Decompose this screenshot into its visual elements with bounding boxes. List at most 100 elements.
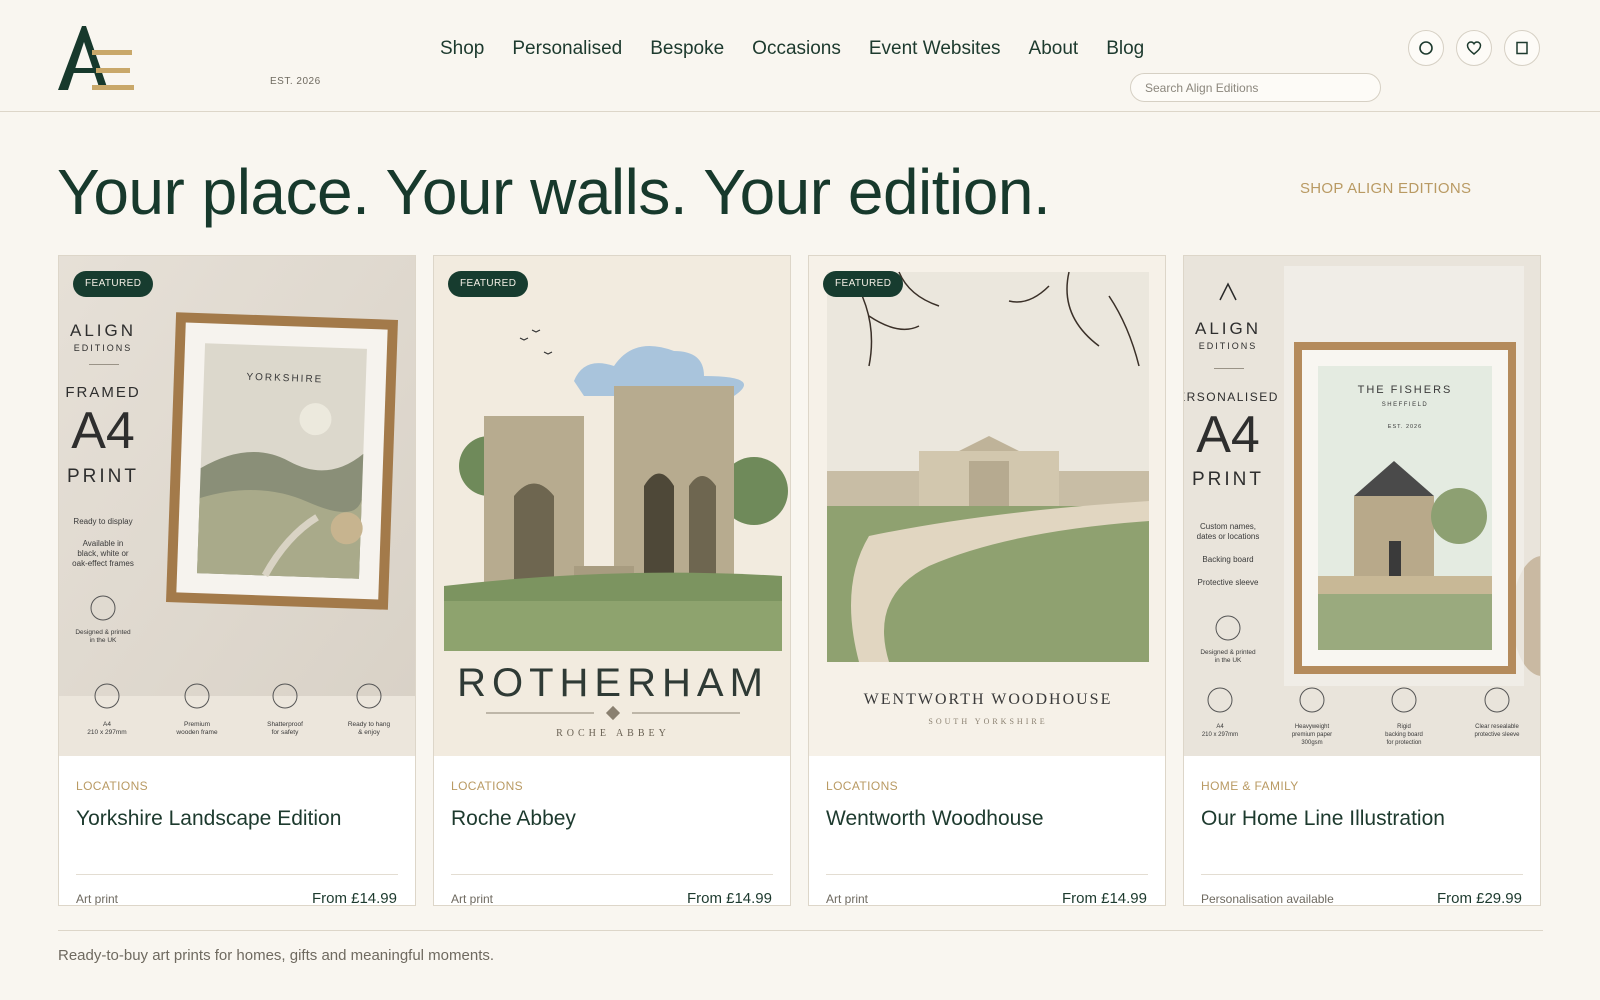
icon-label: 210 x 297mm — [1202, 732, 1238, 738]
print-place: ROTHERHAM — [457, 661, 769, 705]
icon-label: Clear resealable — [1475, 724, 1519, 730]
product-category: LOCATIONS — [76, 779, 149, 793]
nav-blog[interactable]: Blog — [1106, 36, 1144, 62]
established-label: EST. 2026 — [270, 76, 321, 87]
icon-label: for safety — [272, 729, 299, 736]
promo-line-3: PRINT — [1192, 469, 1264, 490]
nav-shop[interactable]: Shop — [440, 36, 484, 62]
product-type: Art print — [826, 892, 869, 906]
print-subtitle: SHEFFIELD — [1382, 402, 1429, 408]
icon-label: A4 — [103, 721, 111, 728]
brand-name: ALIGN — [70, 321, 136, 340]
print-est: EST. 2026 — [1388, 424, 1422, 430]
product-type: Art print — [451, 892, 494, 906]
made-text: Designed & printed — [1200, 649, 1256, 656]
heart-icon — [1466, 41, 1482, 55]
product-title[interactable]: Our Home Line Illustration — [1201, 807, 1445, 831]
feature-text: Protective sleeve — [1198, 578, 1259, 587]
icon-label: wooden frame — [175, 729, 218, 736]
icon-label: premium paper — [1292, 732, 1332, 738]
brand-sub: EDITIONS — [74, 343, 133, 353]
product-type: Art print — [76, 892, 119, 906]
feature-text: Backing board — [1202, 555, 1253, 564]
feature-text: Available in — [83, 539, 124, 548]
product-price: From £29.99 — [1436, 890, 1522, 906]
footer-divider — [58, 930, 1543, 931]
icon-label: Rigid — [1397, 724, 1411, 730]
product-card-roche-abbey[interactable]: ROTHERHAM ROCHE ABBEY FEATURED LOCATIONS… — [433, 255, 791, 906]
card-divider — [76, 874, 398, 875]
icon-label: 210 x 297mm — [87, 729, 126, 736]
feature-text: Custom names, — [1200, 522, 1256, 531]
product-category: LOCATIONS — [451, 779, 524, 793]
feature-text: oak-effect frames — [72, 559, 134, 568]
made-text: in the UK — [90, 637, 117, 644]
promo-line-1: ERSONALISED — [1184, 390, 1279, 404]
product-title[interactable]: Yorkshire Landscape Edition — [76, 807, 341, 831]
card-divider — [1201, 874, 1523, 875]
icon-label: backing board — [1385, 732, 1423, 738]
print-subtitle: SOUTH YORKSHIRE — [928, 717, 1047, 726]
product-image: ALIGN EDITIONS FRAMED A4 PRINT Ready to … — [59, 256, 415, 756]
product-type: Personalisation available — [1201, 892, 1334, 906]
feature-text: dates or locations — [1197, 532, 1260, 541]
print-title: THE FISHERS — [1358, 384, 1453, 396]
site-header: EST. 2026 Shop Personalised Bespoke Occa… — [0, 0, 1600, 112]
product-image: THE FISHERS SHEFFIELD EST. 2026 ALIGN ED… — [1184, 256, 1540, 756]
promo-line-3: PRINT — [67, 466, 139, 487]
made-text: Designed & printed — [75, 629, 131, 636]
align-editions-logo[interactable] — [56, 24, 136, 94]
product-card-our-home[interactable]: THE FISHERS SHEFFIELD EST. 2026 ALIGN ED… — [1183, 255, 1541, 906]
icon-label: Shatterproof — [267, 721, 303, 728]
featured-badge: FEATURED — [448, 271, 529, 297]
product-category: LOCATIONS — [826, 779, 899, 793]
bag-icon — [1516, 41, 1528, 55]
card-divider — [451, 874, 773, 875]
main-nav: Shop Personalised Bespoke Occasions Even… — [440, 36, 1144, 62]
icon-label: & enjoy — [358, 729, 380, 736]
nav-about[interactable]: About — [1029, 36, 1079, 62]
icon-label: for protection — [1386, 740, 1421, 746]
brand-name: ALIGN — [1195, 319, 1261, 338]
product-price: From £14.99 — [311, 890, 397, 906]
card-divider — [826, 874, 1148, 875]
icon-label: Heavyweight — [1295, 724, 1330, 730]
promo-line-2: A4 — [1196, 406, 1260, 464]
product-title[interactable]: Wentworth Woodhouse — [826, 807, 1044, 831]
nav-personalised[interactable]: Personalised — [512, 36, 622, 62]
shop-align-editions-link[interactable]: SHOP ALIGN EDITIONS — [1300, 180, 1471, 197]
icon-label: A4 — [1216, 724, 1224, 730]
product-price: From £14.99 — [686, 890, 772, 906]
product-card-wentworth[interactable]: WENTWORTH WOODHOUSE SOUTH YORKSHIRE FEAT… — [808, 255, 1166, 906]
icon-label: Premium — [184, 721, 210, 728]
product-title[interactable]: Roche Abbey — [451, 807, 576, 831]
account-button[interactable] — [1408, 30, 1444, 66]
wishlist-button[interactable] — [1456, 30, 1492, 66]
product-image: ROTHERHAM ROCHE ABBEY — [434, 256, 790, 756]
footer-tagline: Ready-to-buy art prints for homes, gifts… — [58, 947, 495, 964]
brand-sub: EDITIONS — [1199, 341, 1258, 351]
cart-button[interactable] — [1504, 30, 1540, 66]
product-grid: ALIGN EDITIONS FRAMED A4 PRINT Ready to … — [58, 255, 1541, 906]
nav-occasions[interactable]: Occasions — [752, 36, 841, 62]
feature-text: Ready to display — [73, 517, 132, 526]
print-place: WENTWORTH WOODHOUSE — [864, 691, 1113, 708]
product-category: HOME & FAMILY — [1201, 779, 1299, 793]
featured-badge: FEATURED — [73, 271, 154, 297]
featured-badge: FEATURED — [823, 271, 904, 297]
product-card-yorkshire[interactable]: ALIGN EDITIONS FRAMED A4 PRINT Ready to … — [58, 255, 416, 906]
icon-label: protective sleeve — [1474, 732, 1520, 738]
search-input[interactable] — [1130, 73, 1381, 102]
icon-label: Ready to hang — [348, 721, 391, 728]
print-subtitle: ROCHE ABBEY — [556, 728, 670, 739]
promo-line-2: A4 — [71, 402, 135, 460]
page-headline: Your place. Your walls. Your edition. — [57, 156, 1051, 228]
product-image: WENTWORTH WOODHOUSE SOUTH YORKSHIRE — [809, 256, 1165, 756]
nav-event-websites[interactable]: Event Websites — [869, 36, 1001, 62]
made-text: in the UK — [1215, 657, 1242, 664]
icon-label: 300gsm — [1301, 740, 1322, 746]
product-price: From £14.99 — [1061, 890, 1147, 906]
feature-text: black, white or — [77, 549, 128, 558]
nav-bespoke[interactable]: Bespoke — [650, 36, 724, 62]
account-icon — [1419, 41, 1433, 55]
